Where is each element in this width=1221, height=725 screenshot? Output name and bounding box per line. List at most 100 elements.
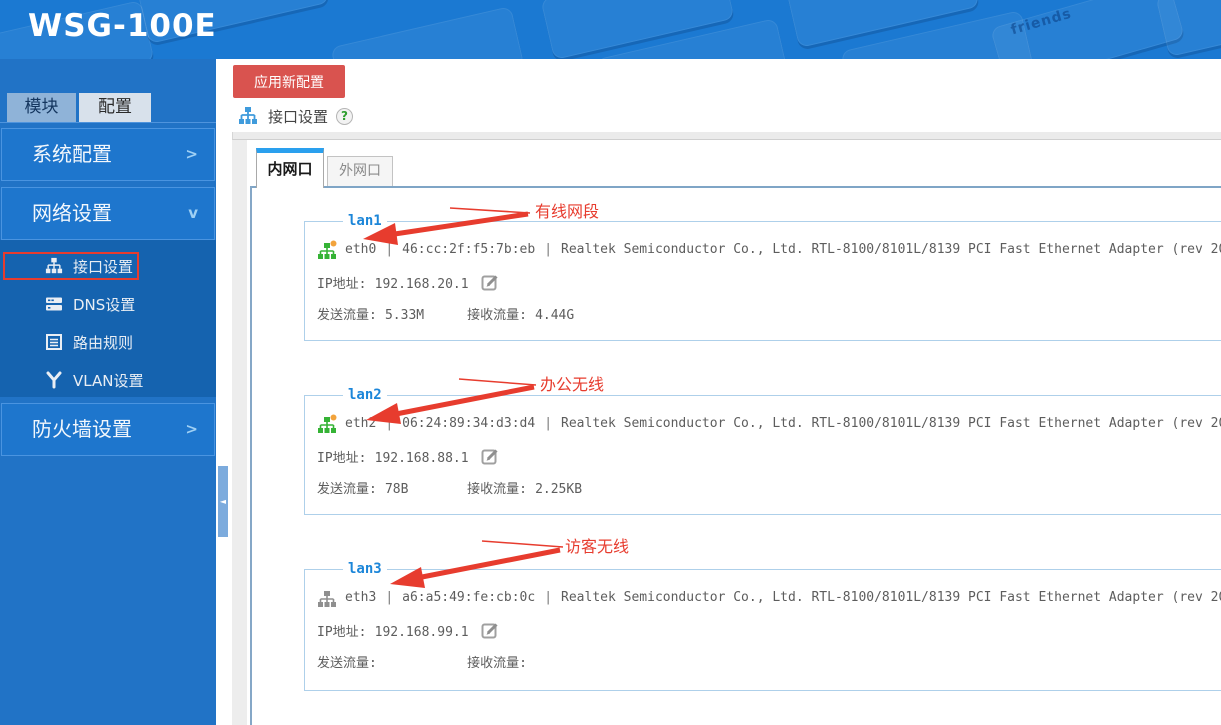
- vlan-branch-icon: [46, 371, 62, 389]
- list-icon: [46, 334, 62, 350]
- sidebar-tab-config[interactable]: 配置: [79, 93, 151, 122]
- keyboard-key-decoration: [330, 5, 525, 59]
- interface-description: Realtek Semiconductor Co., Ltd. RTL-8100…: [561, 242, 1221, 257]
- ip-label: IP地址:: [317, 625, 367, 640]
- sidebar-subitem-label: VLAN设置: [73, 371, 144, 390]
- separator: |: [544, 242, 553, 257]
- separator: |: [385, 590, 394, 605]
- interface-group-label: lan2: [348, 387, 382, 403]
- sidebar-tab-bar: 模块 配置: [0, 93, 216, 123]
- collapse-arrow-icon: ◄: [219, 497, 227, 506]
- tab-underline: [250, 186, 1221, 188]
- tab-wan-ports[interactable]: 外网口: [327, 156, 393, 186]
- app-header: friends WSG-100E: [0, 0, 1221, 59]
- sidebar-subitem-label: 接口设置: [73, 257, 134, 276]
- pencil-icon: [481, 449, 498, 465]
- rx-label: 接收流量:: [467, 308, 527, 323]
- separator: |: [544, 590, 553, 605]
- sidebar-item-system-config[interactable]: 系统配置 >: [1, 128, 215, 181]
- help-icon[interactable]: ?: [336, 107, 354, 125]
- interface-description: Realtek Semiconductor Co., Ltd. RTL-8100…: [561, 416, 1221, 431]
- interface-description: Realtek Semiconductor Co., Ltd. RTL-8100…: [561, 590, 1221, 605]
- sidebar-group-label: 网络设置: [32, 201, 112, 225]
- interface-group-lan3: lan3 eth3 | a6:a5:49:fe:cb:0c | Realtek …: [304, 561, 1221, 691]
- interface-name: eth3: [345, 590, 377, 605]
- interface-traffic-row: 发送流量: 5.33M 接收流量: 4.44G: [317, 306, 1221, 326]
- sidebar-item-routing-rules[interactable]: 路由规则: [0, 328, 216, 356]
- interface-group-label: lan1: [348, 213, 382, 229]
- sidebar: 模块 配置 系统配置 > 网络设置 v 接口设置 DNS设置 路由规则 VLAN…: [0, 59, 216, 725]
- tx-label: 发送流量:: [317, 482, 377, 497]
- sidebar-tab-modules[interactable]: 模块: [7, 93, 76, 122]
- sidebar-item-interface-settings[interactable]: 接口设置: [0, 252, 216, 280]
- tx-value: 78B: [384, 482, 409, 497]
- separator: |: [385, 416, 394, 431]
- sidebar-item-vlan-settings[interactable]: VLAN设置: [0, 366, 216, 394]
- sidebar-item-firewall-settings[interactable]: 防火墙设置 >: [1, 403, 215, 456]
- sidebar-item-dns-settings[interactable]: DNS设置: [0, 290, 216, 318]
- edit-ip-button[interactable]: [481, 273, 500, 292]
- chevron-right-icon: >: [185, 420, 198, 438]
- rx-value: 4.44G: [535, 308, 575, 323]
- tx-label: 发送流量:: [317, 308, 377, 323]
- interface-mac: 46:cc:2f:f5:7b:eb: [402, 242, 536, 257]
- interface-identity-row: eth2 | 06:24:89:34:d3:d4 | Realtek Semic…: [317, 414, 1221, 434]
- interface-ip-row: IP地址: 192.168.88.1: [317, 447, 1221, 467]
- ip-label: IP地址:: [317, 451, 367, 466]
- ethernet-up-icon: [318, 240, 337, 259]
- interface-traffic-row: 发送流量: 接收流量:: [317, 654, 1221, 674]
- edit-ip-button[interactable]: [481, 447, 500, 466]
- sidebar-subitem-label: 路由规则: [73, 333, 134, 352]
- apply-config-button[interactable]: 应用新配置: [233, 65, 345, 98]
- main-content: 应用新配置 接口设置 ? 内网口 外网口 lan1 eth0 | 46:cc:2…: [216, 59, 1221, 725]
- interface-identity-row: eth0 | 46:cc:2f:f5:7b:eb | Realtek Semic…: [317, 240, 1221, 260]
- keyboard-key-decoration: [1155, 0, 1221, 58]
- interface-identity-row: eth3 | a6:a5:49:fe:cb:0c | Realtek Semic…: [317, 588, 1221, 608]
- interface-name: eth2: [345, 416, 377, 431]
- chevron-right-icon: >: [185, 145, 198, 163]
- interface-group-label: lan3: [348, 561, 382, 577]
- ip-value: 192.168.20.1: [374, 277, 469, 292]
- tx-value: 5.33M: [384, 308, 425, 323]
- app-title: WSG-100E: [28, 8, 217, 44]
- tx-label: 发送流量:: [317, 656, 377, 671]
- sidebar-submenu-network: 接口设置 DNS设置 路由规则 VLAN设置: [0, 240, 216, 397]
- sitemap-icon: [239, 107, 257, 124]
- sitemap-icon: [45, 257, 63, 274]
- panel-border: [250, 186, 252, 725]
- ethernet-down-icon: [318, 591, 336, 607]
- annotation-text: 访客无线: [565, 537, 629, 556]
- page-title: 接口设置: [268, 107, 329, 126]
- ip-label: IP地址:: [317, 277, 367, 292]
- pencil-icon: [481, 275, 498, 291]
- server-icon: [46, 297, 62, 311]
- interface-ip-row: IP地址: 192.168.99.1: [317, 621, 1221, 641]
- separator: |: [385, 242, 394, 257]
- interface-group-lan2: lan2 eth2 | 06:24:89:34:d3:d4 | Realtek …: [304, 387, 1221, 515]
- chevron-down-icon: v: [188, 204, 198, 222]
- interface-name: eth0: [345, 242, 377, 257]
- ip-value: 192.168.99.1: [374, 625, 469, 640]
- tab-lan-ports[interactable]: 内网口: [256, 148, 324, 188]
- sidebar-group-label: 防火墙设置: [32, 417, 132, 441]
- separator: |: [544, 416, 553, 431]
- interface-traffic-row: 发送流量: 78B 接收流量: 2.25KB: [317, 480, 1221, 500]
- rx-label: 接收流量:: [467, 482, 527, 497]
- rx-value: 2.25KB: [535, 482, 583, 497]
- interface-mac: 06:24:89:34:d3:d4: [402, 416, 536, 431]
- sidebar-item-network-settings[interactable]: 网络设置 v: [1, 187, 215, 240]
- page-header: 接口设置 ?: [238, 105, 354, 127]
- edit-ip-button[interactable]: [481, 621, 500, 640]
- pencil-icon: [481, 623, 498, 639]
- ip-value: 192.168.88.1: [374, 451, 469, 466]
- sidebar-collapse-handle[interactable]: ◄: [218, 466, 228, 537]
- content-divider: [232, 132, 1221, 140]
- sidebar-group-label: 系统配置: [32, 142, 112, 166]
- interface-mac: a6:a5:49:fe:cb:0c: [402, 590, 536, 605]
- scrollbar-track[interactable]: [232, 140, 247, 725]
- ethernet-up-icon: [318, 414, 337, 433]
- rx-label: 接收流量:: [467, 656, 527, 671]
- sidebar-subitem-label: DNS设置: [73, 295, 136, 314]
- interface-group-lan1: lan1 eth0 | 46:cc:2f:f5:7b:eb | Realtek …: [304, 213, 1221, 341]
- interface-ip-row: IP地址: 192.168.20.1: [317, 273, 1221, 293]
